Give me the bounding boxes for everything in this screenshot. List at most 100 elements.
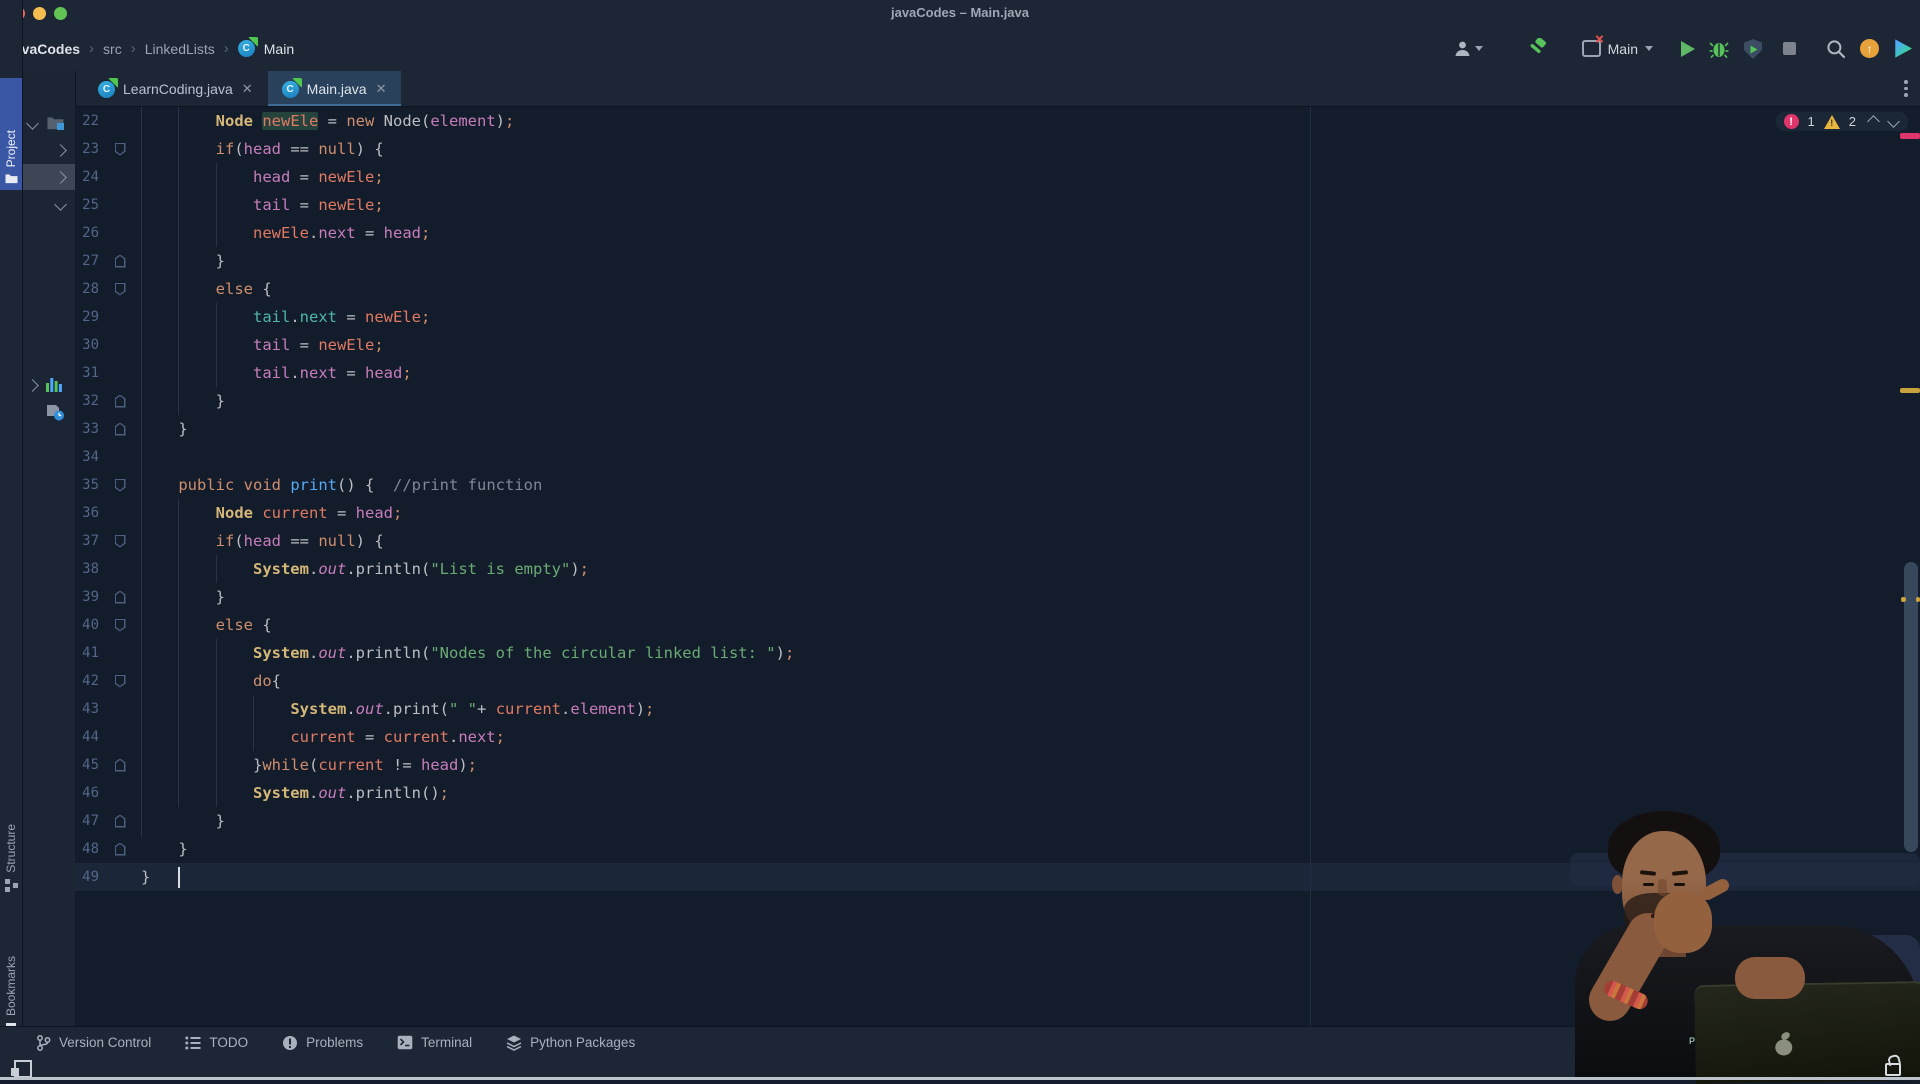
- tree-row-external-libraries[interactable]: [22, 372, 75, 398]
- chevron-right-icon[interactable]: [54, 171, 67, 184]
- line-number[interactable]: 31: [75, 365, 99, 381]
- code-line[interactable]: 37 if(head == null) {: [75, 527, 1920, 555]
- line-number[interactable]: 34: [75, 449, 99, 465]
- toolwindow-python-packages[interactable]: Python Packages: [506, 1035, 635, 1051]
- line-number[interactable]: 48: [75, 841, 99, 857]
- code-line[interactable]: 36 Node current = head;: [75, 499, 1920, 527]
- line-number[interactable]: 22: [75, 113, 99, 129]
- fold-marker[interactable]: [99, 591, 141, 604]
- tree-row[interactable]: [22, 137, 75, 163]
- code-line[interactable]: 30 tail = newEle;: [75, 331, 1920, 359]
- line-number[interactable]: 25: [75, 197, 99, 213]
- tab-main[interactable]: C Main.java ✕: [268, 71, 402, 107]
- fold-marker[interactable]: [99, 843, 141, 856]
- toolwindow-todo[interactable]: TODO: [185, 1035, 248, 1050]
- line-number[interactable]: 39: [75, 589, 99, 605]
- code-line[interactable]: 33 }: [75, 415, 1920, 443]
- code-line[interactable]: 26 newEle.next = head;: [75, 219, 1920, 247]
- sidebar-item-structure[interactable]: Structure: [0, 782, 22, 892]
- line-number[interactable]: 37: [75, 533, 99, 549]
- line-number[interactable]: 30: [75, 337, 99, 353]
- code-line[interactable]: 23 if(head == null) {: [75, 135, 1920, 163]
- close-icon[interactable]: ✕: [375, 81, 388, 97]
- code-line[interactable]: 27 }: [75, 247, 1920, 275]
- build-hammer-icon[interactable]: [1527, 35, 1548, 63]
- close-icon[interactable]: ✕: [241, 81, 254, 97]
- code-line[interactable]: 44 current = current.next;: [75, 723, 1920, 751]
- breadcrumb-package[interactable]: LinkedLists: [145, 41, 215, 57]
- tab-learncoding[interactable]: C LearnCoding.java ✕: [84, 71, 268, 107]
- chevron-right-icon[interactable]: [26, 379, 39, 392]
- plugin-triangle-icon[interactable]: [1893, 35, 1912, 63]
- code-line[interactable]: 38 System.out.println("List is empty");: [75, 555, 1920, 583]
- warning-stripe-mark[interactable]: [1901, 597, 1906, 602]
- inspections-widget[interactable]: ! 1 ! 2: [1776, 112, 1908, 131]
- line-number[interactable]: 29: [75, 309, 99, 325]
- code-line[interactable]: 24 head = newEle;: [75, 163, 1920, 191]
- sidebar-item-bookmarks[interactable]: Bookmarks: [0, 905, 22, 1035]
- fold-marker[interactable]: [99, 143, 141, 156]
- fold-marker[interactable]: [99, 619, 141, 632]
- line-number[interactable]: 45: [75, 757, 99, 773]
- run-button[interactable]: [1681, 35, 1695, 63]
- tab-options-menu[interactable]: [1904, 80, 1908, 100]
- line-number[interactable]: 41: [75, 645, 99, 661]
- chevron-right-icon[interactable]: [54, 144, 67, 157]
- code-line[interactable]: 42 do{: [75, 667, 1920, 695]
- code-line[interactable]: 35 public void print() { //print functio…: [75, 471, 1920, 499]
- fold-marker[interactable]: [99, 395, 141, 408]
- code-line[interactable]: 31 tail.next = head;: [75, 359, 1920, 387]
- line-number[interactable]: 43: [75, 701, 99, 717]
- line-number[interactable]: 28: [75, 281, 99, 297]
- tree-row-root[interactable]: [22, 110, 75, 136]
- toolwindow-terminal[interactable]: Terminal: [397, 1035, 472, 1050]
- search-everywhere-button[interactable]: [1826, 35, 1846, 63]
- breadcrumb-class[interactable]: Main: [264, 41, 294, 57]
- code-line[interactable]: 39 }: [75, 583, 1920, 611]
- line-number[interactable]: 24: [75, 169, 99, 185]
- user-icon[interactable]: [1453, 35, 1483, 63]
- run-configuration-select[interactable]: Main: [1576, 40, 1659, 57]
- line-number[interactable]: 32: [75, 393, 99, 409]
- fold-marker[interactable]: [99, 759, 141, 772]
- code-line[interactable]: 34: [75, 443, 1920, 471]
- fold-marker[interactable]: [99, 675, 141, 688]
- line-number[interactable]: 42: [75, 673, 99, 689]
- line-number[interactable]: 49: [75, 869, 99, 885]
- code-line[interactable]: 32 }: [75, 387, 1920, 415]
- fold-marker[interactable]: [99, 815, 141, 828]
- tree-row-selected[interactable]: [22, 164, 75, 190]
- code-line[interactable]: 43 System.out.print(" "+ current.element…: [75, 695, 1920, 723]
- profiler-button[interactable]: [1743, 35, 1763, 63]
- line-number[interactable]: 27: [75, 253, 99, 269]
- line-number[interactable]: 46: [75, 785, 99, 801]
- warning-stripe-mark[interactable]: [1916, 597, 1920, 602]
- line-number[interactable]: 47: [75, 813, 99, 829]
- code-line[interactable]: 29 tail.next = newEle;: [75, 303, 1920, 331]
- line-number[interactable]: 26: [75, 225, 99, 241]
- line-number[interactable]: 44: [75, 729, 99, 745]
- code-line[interactable]: 41 System.out.println("Nodes of the circ…: [75, 639, 1920, 667]
- fold-marker[interactable]: [99, 423, 141, 436]
- debug-button[interactable]: [1709, 35, 1729, 63]
- update-project-button[interactable]: ↑: [1860, 35, 1879, 63]
- line-number[interactable]: 38: [75, 561, 99, 577]
- line-number[interactable]: 23: [75, 141, 99, 157]
- prev-problem-chevron[interactable]: [1867, 115, 1880, 128]
- window-restore-icon[interactable]: [14, 1060, 32, 1078]
- code-line[interactable]: 28 else {: [75, 275, 1920, 303]
- tree-row-scratches[interactable]: [22, 399, 75, 425]
- line-number[interactable]: 40: [75, 617, 99, 633]
- error-stripe-mark[interactable]: [1900, 133, 1920, 139]
- toolwindow-version-control[interactable]: Version Control: [36, 1035, 151, 1051]
- fold-marker[interactable]: [99, 535, 141, 548]
- stop-button[interactable]: [1783, 35, 1796, 63]
- warning-stripe-mark[interactable]: [1900, 388, 1920, 393]
- code-line[interactable]: 22 Node newEle = new Node(element);: [75, 107, 1920, 135]
- next-problem-chevron[interactable]: [1887, 115, 1900, 128]
- code-line[interactable]: 46 System.out.println();: [75, 779, 1920, 807]
- code-line[interactable]: 25 tail = newEle;: [75, 191, 1920, 219]
- breadcrumb-src[interactable]: src: [103, 41, 122, 57]
- fold-marker[interactable]: [99, 255, 141, 268]
- sidebar-item-project[interactable]: Project: [0, 78, 22, 190]
